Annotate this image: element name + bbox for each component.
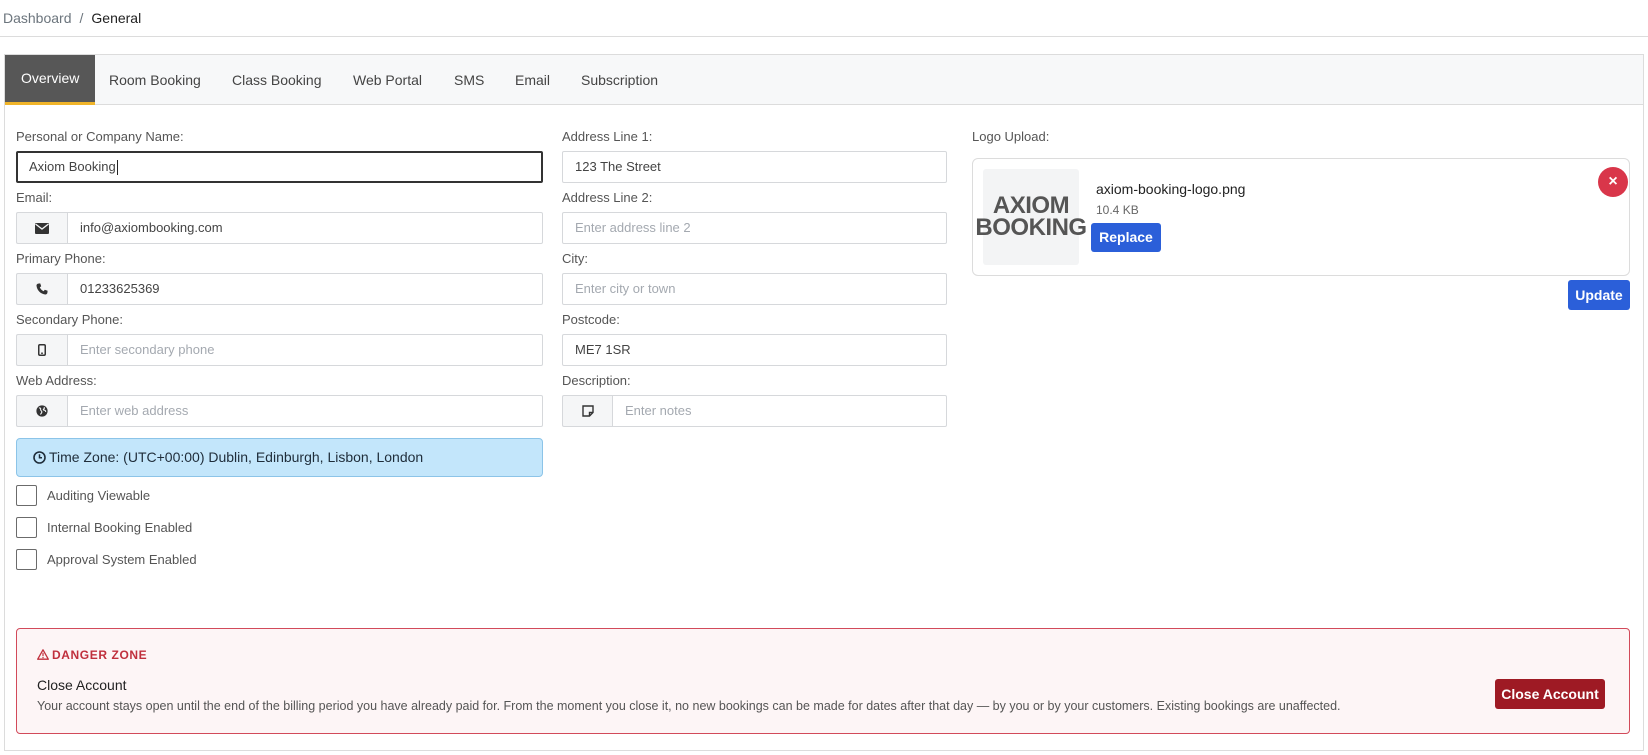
description-label: Description: (562, 373, 631, 388)
danger-zone-title-text: DANGER ZONE (52, 648, 148, 662)
breadcrumb-dashboard-link[interactable]: Dashboard (3, 10, 72, 26)
primary-phone-input[interactable]: 01233625369 (67, 273, 543, 305)
close-icon: × (1608, 173, 1618, 190)
settings-panel: Overview Room Booking Class Booking Web … (4, 54, 1644, 751)
text-cursor (116, 160, 118, 176)
company-name-value: Axiom Booking (29, 159, 116, 174)
address-line-2-placeholder: Enter address line 2 (575, 220, 691, 235)
email-addon (16, 212, 67, 244)
primary-phone-value: 01233625369 (80, 281, 160, 296)
city-label: City: (562, 251, 588, 266)
web-address-input[interactable]: Enter web address (67, 395, 543, 427)
timezone-alert: Time Zone: (UTC+00:00) Dublin, Edinburgh… (16, 438, 543, 477)
city-placeholder: Enter city or town (575, 281, 676, 296)
email-value: info@axiombooking.com (80, 220, 223, 235)
logo-file-name: axiom-booking-logo.png (1096, 181, 1246, 197)
email-input[interactable]: info@axiombooking.com (67, 212, 543, 244)
address-line-1-label: Address Line 1: (562, 129, 653, 144)
address-line-1-value: 123 The Street (575, 159, 661, 174)
phone-icon (36, 283, 48, 295)
company-name-label: Personal or Company Name: (16, 129, 184, 144)
description-placeholder: Enter notes (625, 403, 692, 418)
danger-zone-title: DANGER ZONE (37, 648, 147, 662)
address-line-2-input[interactable]: Enter address line 2 (562, 212, 947, 244)
secondary-phone-input[interactable]: Enter secondary phone (67, 334, 543, 366)
tab-web-portal[interactable]: Web Portal (353, 55, 422, 105)
tab-overview[interactable]: Overview (5, 55, 96, 105)
close-account-button[interactable]: Close Account (1495, 679, 1605, 709)
replace-logo-button[interactable]: Replace (1091, 223, 1161, 252)
primary-phone-addon (16, 273, 67, 305)
address-line-2-label: Address Line 2: (562, 190, 653, 205)
postcode-input[interactable]: ME7 1SR (562, 334, 947, 366)
tab-bar: Overview Room Booking Class Booking Web … (5, 55, 1643, 105)
approval-system-checkbox[interactable] (16, 549, 37, 570)
breadcrumb-separator: / (79, 10, 84, 26)
web-address-label: Web Address: (16, 373, 97, 388)
sticky-note-icon (581, 405, 594, 417)
logo-upload-label: Logo Upload: (972, 129, 1050, 144)
approval-system-label: Approval System Enabled (47, 552, 197, 567)
logo-file-size: 10.4 KB (1096, 203, 1139, 217)
web-address-placeholder: Enter web address (80, 403, 189, 418)
breadcrumb: Dashboard / General (3, 10, 141, 26)
auditing-viewable-label: Auditing Viewable (47, 488, 151, 503)
breadcrumb-current: General (91, 10, 142, 26)
logo-thumbnail: AXIOM BOOKING (975, 169, 1087, 265)
logo-upload-card: AXIOM BOOKING axiom-booking-logo.png 10.… (972, 158, 1630, 276)
postcode-value: ME7 1SR (575, 342, 631, 357)
postcode-label: Postcode: (562, 312, 620, 327)
tab-class-booking[interactable]: Class Booking (232, 55, 322, 105)
tab-room-booking[interactable]: Room Booking (109, 55, 201, 105)
city-input[interactable]: Enter city or town (562, 273, 947, 305)
warning-icon (37, 648, 49, 660)
company-name-input[interactable]: Axiom Booking (16, 151, 543, 183)
secondary-phone-label: Secondary Phone: (16, 312, 123, 327)
internal-booking-label: Internal Booking Enabled (47, 520, 193, 535)
secondary-phone-addon (16, 334, 67, 366)
tab-email[interactable]: Email (515, 55, 550, 105)
description-input[interactable]: Enter notes (612, 395, 947, 427)
tab-sms[interactable]: SMS (454, 55, 484, 105)
web-address-addon (16, 395, 67, 427)
logo-word-booking: BOOKING (975, 214, 1087, 241)
description-addon (562, 395, 612, 427)
update-button[interactable]: Update (1568, 280, 1630, 310)
globe-icon (36, 405, 48, 417)
secondary-phone-placeholder: Enter secondary phone (80, 342, 215, 357)
envelope-icon (35, 222, 49, 234)
tab-subscription[interactable]: Subscription (581, 55, 658, 105)
top-bar: Dashboard / General (0, 0, 1648, 37)
auditing-viewable-checkbox[interactable] (16, 485, 37, 506)
close-account-heading: Close Account (37, 677, 127, 693)
primary-phone-label: Primary Phone: (16, 251, 106, 266)
mobile-icon (38, 344, 46, 356)
timezone-text: Time Zone: (UTC+00:00) Dublin, Edinburgh… (49, 449, 424, 465)
internal-booking-checkbox[interactable] (16, 517, 37, 538)
remove-logo-button[interactable]: × (1598, 167, 1628, 197)
close-account-description: Your account stays open until the end of… (37, 699, 1341, 713)
address-line-1-input[interactable]: 123 The Street (562, 151, 947, 183)
clock-icon (33, 450, 46, 464)
danger-zone: DANGER ZONE Close Account Your account s… (16, 628, 1630, 734)
email-label: Email: (16, 190, 53, 205)
